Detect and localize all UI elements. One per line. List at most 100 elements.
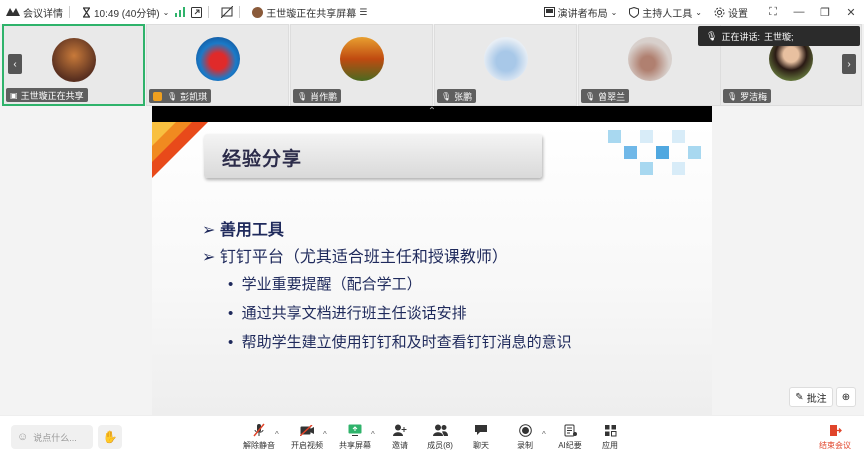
mic-icon: 🎙	[706, 30, 718, 41]
chevron-right-icon: ›	[847, 58, 851, 70]
chat-button[interactable]: 聊天	[461, 422, 501, 451]
raise-hand-button[interactable]: ✋	[98, 425, 122, 449]
minimize-button[interactable]: —	[786, 6, 812, 18]
top-bar: 会议详情 10:49 (40分钟) ⌄ 王世璇正在共享屏幕 ☰ 演讲者布局 ⌄ …	[0, 0, 864, 24]
bullet-text: 帮助学生建立使用钉钉和及时查看钉钉消息的意识	[241, 334, 572, 351]
sub-bullet-item: • 学业重要提醒（配合学工）	[228, 273, 422, 294]
external-link-button[interactable]	[191, 6, 203, 18]
participant-namebar: ▣ 王世璇正在共享	[6, 88, 88, 102]
shield-icon	[629, 6, 640, 18]
participant-tile[interactable]: ▣ 王世璇正在共享	[2, 24, 145, 106]
participant-name: 彭凯琪	[180, 91, 208, 102]
mic-muted-icon: 🎙	[297, 91, 308, 101]
sub-bullet-item: • 帮助学生建立使用钉钉和及时查看钉钉消息的意识	[228, 331, 572, 352]
bullet-text: 钉钉平台（尤其适合班主任和授课教师）	[219, 249, 508, 266]
bullet-item: ➢ 钉钉平台（尤其适合班主任和授课教师）	[202, 243, 508, 267]
apps-button[interactable]: 应用	[590, 422, 630, 451]
emoji-icon: ☺	[17, 431, 29, 443]
unmute-button[interactable]: 解除静音	[239, 422, 279, 451]
add-user-icon	[393, 424, 407, 436]
participant-namebar: 🎙 彭凯琪	[149, 89, 212, 103]
chevron-down-icon: ⌄	[162, 7, 170, 17]
fullscreen-button[interactable]: ⛶	[760, 6, 786, 19]
chevron-up-icon[interactable]: ^	[542, 430, 546, 439]
screen-share-toggle[interactable]	[221, 6, 234, 18]
chevron-up-icon[interactable]: ^	[323, 430, 327, 439]
divider	[208, 6, 210, 18]
end-meeting-button[interactable]: 结束会议	[813, 422, 857, 451]
presenter-layout-button[interactable]: 演讲者布局 ⌄	[543, 5, 617, 20]
participant-namebar: 🎙 肖作鹏	[293, 89, 342, 103]
meeting-details-button[interactable]: 会议详情	[6, 5, 63, 20]
bullet-marker: •	[228, 305, 234, 322]
invite-button[interactable]: 邀请	[380, 422, 420, 451]
signal-icon	[175, 7, 186, 17]
speaking-label: 正在讲话:	[721, 31, 760, 42]
scroll-left-button[interactable]: ‹	[8, 54, 22, 74]
ai-notes-icon	[564, 424, 577, 436]
members-button[interactable]: 成员(8)	[420, 422, 460, 451]
chevron-up-icon[interactable]: ^	[371, 430, 375, 439]
scroll-right-button[interactable]: ›	[842, 54, 856, 74]
annotate-button[interactable]: ✎ 批注	[789, 387, 833, 407]
ai-minutes-button[interactable]: AI纪要	[550, 422, 590, 451]
host-tools-label: 主持人工具	[642, 8, 693, 20]
zoom-button[interactable]: ⊕	[836, 387, 856, 407]
tool-label: 解除静音	[243, 441, 275, 450]
tool-label: 开启视频	[291, 441, 323, 450]
chat-icon	[475, 425, 487, 435]
meeting-details-label: 会议详情	[23, 8, 63, 20]
close-button[interactable]: ✕	[838, 6, 864, 19]
shared-slide: 经验分享 ➢ 善用工具 ➢ 钉钉平台（尤其适合班主任和授课教师） • 学业重要提…	[152, 122, 712, 415]
decor-square	[672, 162, 685, 175]
tool-label: 共享屏幕	[339, 441, 371, 450]
bullet-marker: •	[228, 276, 234, 293]
chevron-up-icon[interactable]: ^	[275, 430, 279, 439]
end-meeting-label: 结束会议	[819, 441, 851, 450]
dingtalk-logo-icon	[6, 8, 20, 16]
slide-title: 经验分享	[222, 149, 303, 170]
chat-placeholder: 说点什么...	[33, 432, 77, 443]
host-tools-button[interactable]: 主持人工具 ⌄	[629, 5, 702, 20]
exit-icon	[829, 424, 842, 436]
avatar	[195, 37, 240, 81]
record-button[interactable]: 录制	[505, 422, 545, 451]
tool-label: AI纪要	[558, 441, 582, 450]
members-icon	[432, 424, 448, 436]
tool-label: 成员(8)	[427, 441, 453, 450]
meeting-timer[interactable]: 10:49 (40分钟) ⌄	[82, 5, 169, 20]
screen-share-icon: ▣	[10, 90, 18, 100]
share-screen-button[interactable]: 共享屏幕	[335, 422, 375, 451]
participant-tile[interactable]: 🎙 肖作鹏	[290, 24, 433, 106]
avatar	[51, 38, 96, 82]
participant-name: 曾翠兰	[598, 91, 626, 102]
bullet-marker: ➢	[202, 249, 216, 266]
presenter-layout-label: 演讲者布局	[557, 8, 608, 20]
apps-grid-icon	[604, 424, 616, 436]
chat-quick-input[interactable]: ☺ 说点什么...	[11, 425, 93, 449]
chevron-down-icon: ⌄	[695, 7, 702, 17]
video-off-icon	[299, 424, 314, 436]
restore-button[interactable]: ❐	[812, 6, 838, 19]
chevron-up-icon: ⌃	[427, 106, 437, 117]
mic-muted-icon: 🎙	[727, 91, 738, 101]
signal-indicator[interactable]	[175, 7, 186, 17]
bottom-toolbar: ☺ 说点什么... ✋ 解除静音 ^ 开启视频 ^ 共享屏幕 ^ 邀请 成员(8…	[0, 415, 864, 458]
participant-tile[interactable]: 🎙 彭凯琪	[146, 24, 289, 106]
participant-tile[interactable]: 🎙 张鹏	[434, 24, 577, 106]
collapse-strip-button[interactable]: ⌃	[152, 106, 712, 122]
mic-muted-icon: 🎙	[585, 91, 596, 101]
start-video-button[interactable]: 开启视频	[287, 422, 327, 451]
zoom-icon: ⊕	[841, 391, 851, 403]
decor-square	[688, 146, 701, 159]
pen-icon: ✎	[795, 391, 804, 403]
gear-icon	[714, 7, 725, 17]
decor-square	[640, 162, 653, 175]
speaking-indicator: 🎙 正在讲话: 王世璇;	[698, 26, 860, 46]
tool-label: 邀请	[392, 441, 408, 450]
minimize-icon: —	[793, 6, 805, 18]
sharing-status[interactable]: 王世璇正在共享屏幕 ☰	[252, 5, 367, 20]
speaking-name: 王世璇;	[763, 31, 794, 42]
settings-button[interactable]: 设置	[714, 5, 748, 20]
bullet-marker: ➢	[202, 222, 216, 239]
